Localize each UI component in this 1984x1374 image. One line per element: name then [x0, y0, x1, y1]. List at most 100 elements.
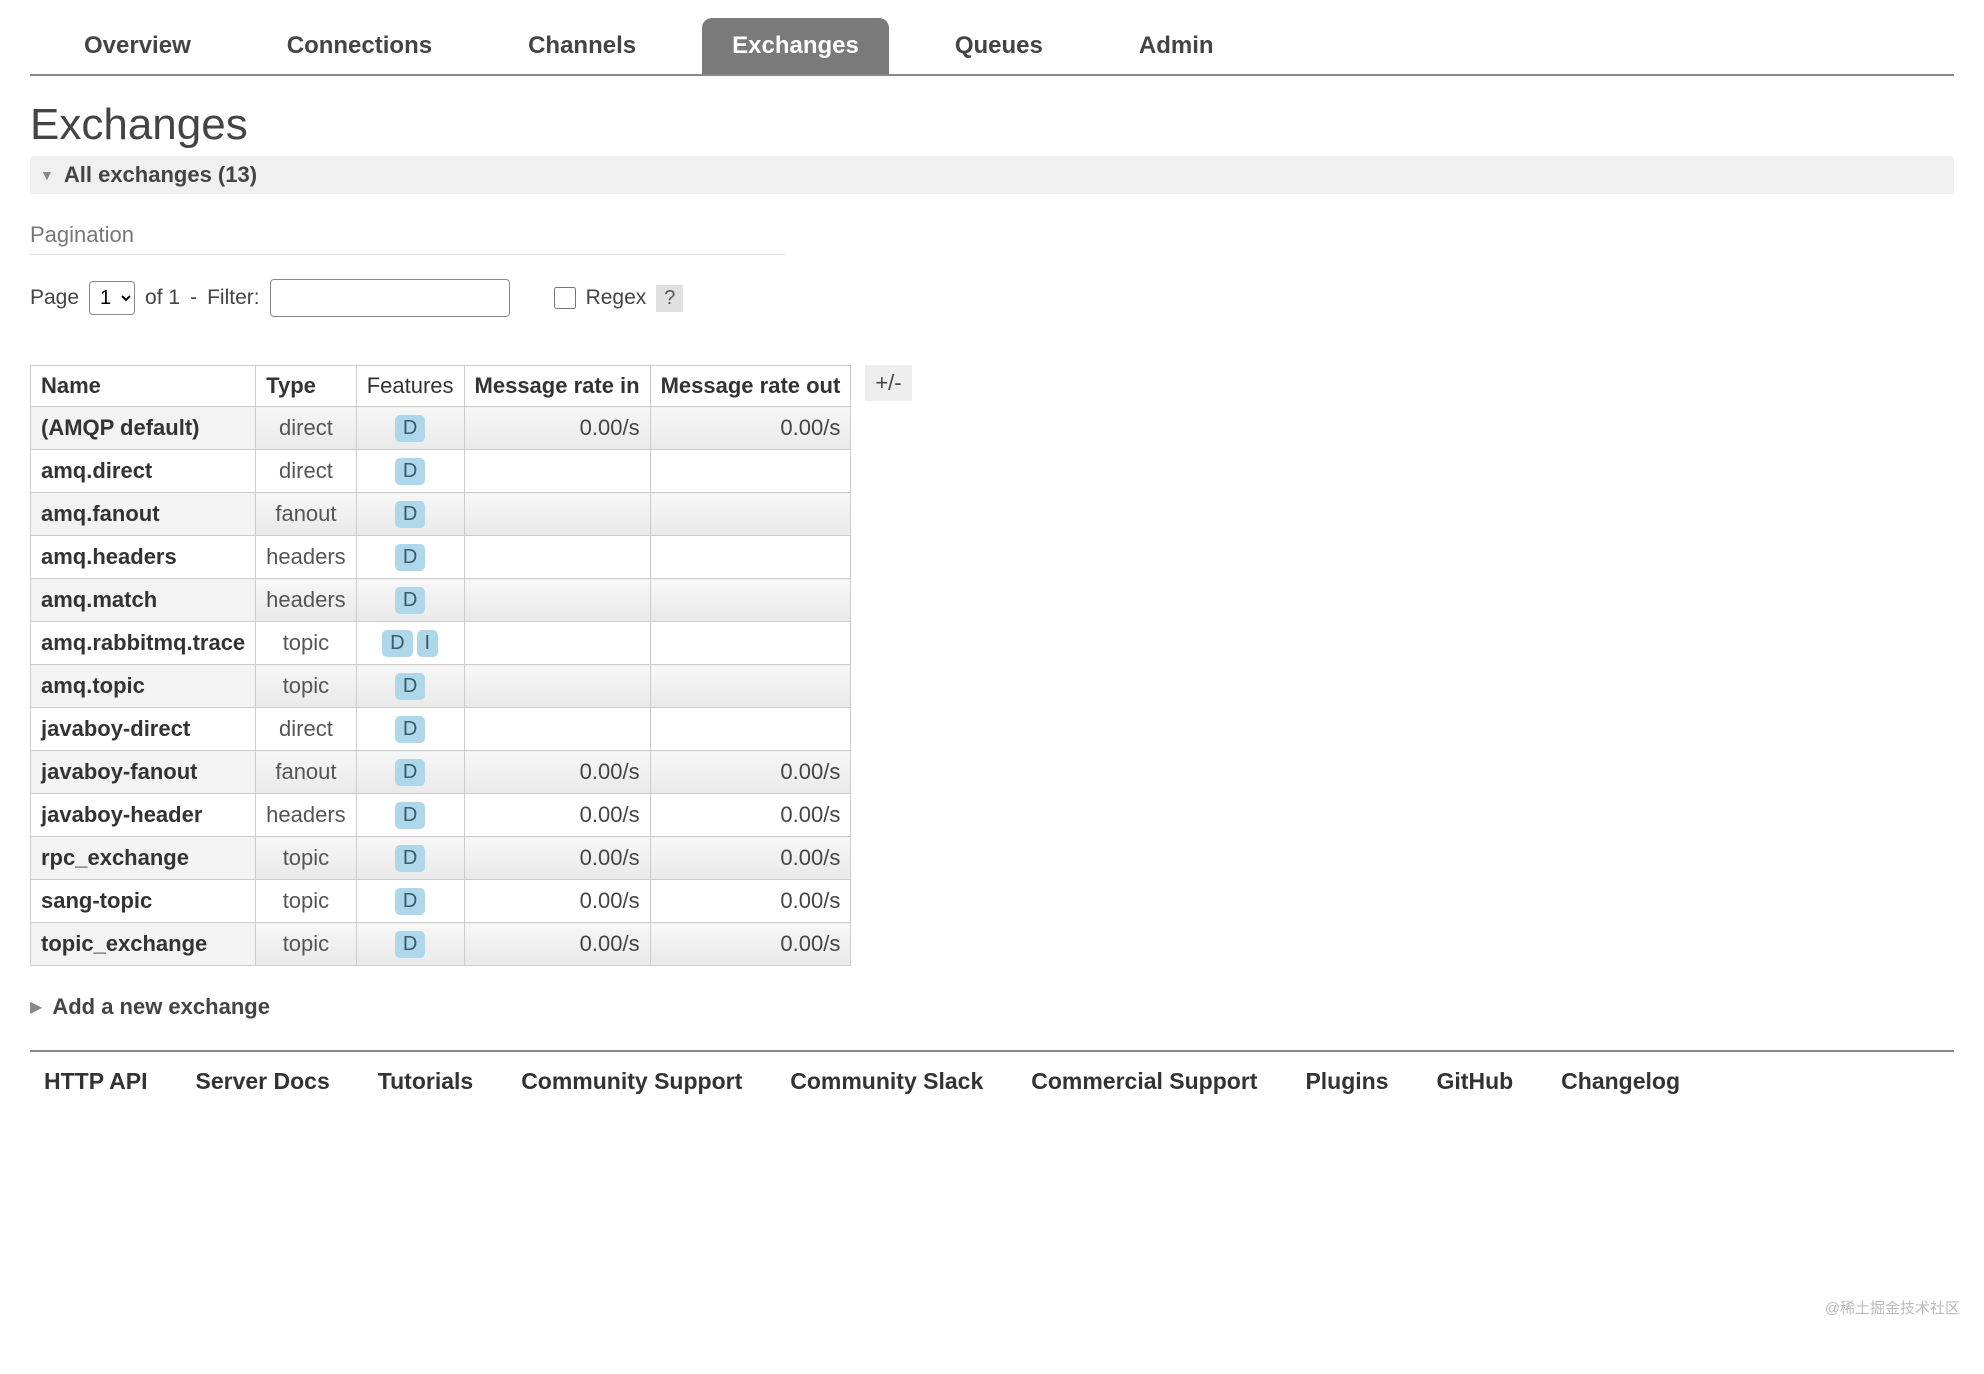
durable-badge-icon: D: [395, 716, 425, 743]
tab-admin[interactable]: Admin: [1109, 18, 1244, 74]
columns-toggle-button[interactable]: +/-: [865, 365, 911, 401]
footer-link-http-api[interactable]: HTTP API: [44, 1068, 148, 1095]
exchange-name-link[interactable]: topic_exchange: [31, 923, 256, 966]
regex-label: Regex: [586, 286, 647, 310]
exchange-type: topic: [256, 880, 357, 923]
col-header-features: Features: [356, 366, 464, 407]
add-exchange-toggle[interactable]: ▶ Add a new exchange: [30, 994, 1954, 1020]
exchange-type: topic: [256, 622, 357, 665]
durable-badge-icon: D: [382, 630, 412, 657]
tab-queues[interactable]: Queues: [925, 18, 1073, 74]
footer-links: HTTP API Server Docs Tutorials Community…: [30, 1068, 1954, 1095]
rate-in: [464, 493, 650, 536]
col-header-rate-out[interactable]: Message rate out: [650, 366, 851, 407]
all-exchanges-label: All exchanges (13): [64, 162, 257, 188]
exchange-features: D: [356, 493, 464, 536]
table-row: amq.matchheadersD: [31, 579, 851, 622]
exchange-name-link[interactable]: javaboy-direct: [31, 708, 256, 751]
durable-badge-icon: D: [395, 415, 425, 442]
rate-in: 0.00/s: [464, 923, 650, 966]
footer-link-community-slack[interactable]: Community Slack: [790, 1068, 983, 1095]
rate-out: 0.00/s: [650, 837, 851, 880]
all-exchanges-toggle[interactable]: ▼ All exchanges (13): [30, 156, 1954, 194]
footer-link-tutorials[interactable]: Tutorials: [378, 1068, 473, 1095]
col-header-name[interactable]: Name: [31, 366, 256, 407]
rate-in: [464, 665, 650, 708]
footer-link-community-support[interactable]: Community Support: [521, 1068, 742, 1095]
regex-help-button[interactable]: ?: [656, 285, 683, 312]
exchange-name-link[interactable]: amq.rabbitmq.trace: [31, 622, 256, 665]
exchange-name-link[interactable]: (AMQP default): [31, 407, 256, 450]
exchange-name-link[interactable]: rpc_exchange: [31, 837, 256, 880]
exchange-type: headers: [256, 579, 357, 622]
exchange-name-link[interactable]: amq.headers: [31, 536, 256, 579]
table-row: javaboy-fanoutfanoutD0.00/s0.00/s: [31, 751, 851, 794]
exchange-type: topic: [256, 837, 357, 880]
exchange-type: headers: [256, 536, 357, 579]
tab-connections[interactable]: Connections: [257, 18, 462, 74]
durable-badge-icon: D: [395, 458, 425, 485]
tab-channels[interactable]: Channels: [498, 18, 666, 74]
exchange-name-link[interactable]: amq.topic: [31, 665, 256, 708]
exchange-type: topic: [256, 665, 357, 708]
rate-out: [650, 536, 851, 579]
exchange-type: fanout: [256, 493, 357, 536]
col-header-type[interactable]: Type: [256, 366, 357, 407]
col-header-rate-in[interactable]: Message rate in: [464, 366, 650, 407]
durable-badge-icon: D: [395, 845, 425, 872]
exchange-features: D: [356, 407, 464, 450]
exchange-name-link[interactable]: sang-topic: [31, 880, 256, 923]
exchange-type: direct: [256, 708, 357, 751]
rate-in: [464, 536, 650, 579]
page-select[interactable]: 1: [89, 281, 135, 315]
table-row: javaboy-directdirect D: [31, 708, 851, 751]
rate-out: 0.00/s: [650, 794, 851, 837]
exchange-features: D: [356, 837, 464, 880]
exchange-name-link[interactable]: amq.fanout: [31, 493, 256, 536]
exchange-name-link[interactable]: amq.match: [31, 579, 256, 622]
footer-link-server-docs[interactable]: Server Docs: [196, 1068, 330, 1095]
rate-in: 0.00/s: [464, 837, 650, 880]
exchange-type: topic: [256, 923, 357, 966]
rate-out: 0.00/s: [650, 751, 851, 794]
table-row: javaboy-headerheadersD0.00/s0.00/s: [31, 794, 851, 837]
rate-in: 0.00/s: [464, 751, 650, 794]
durable-badge-icon: D: [395, 501, 425, 528]
footer-link-plugins[interactable]: Plugins: [1305, 1068, 1388, 1095]
pagination-separator: -: [190, 286, 197, 310]
footer-link-changelog[interactable]: Changelog: [1561, 1068, 1680, 1095]
regex-checkbox[interactable]: [554, 287, 576, 309]
table-row: rpc_exchangetopic D 0.00/s0.00/s: [31, 837, 851, 880]
rate-out: [650, 450, 851, 493]
watermark: @稀土掘金技术社区: [1825, 1297, 1960, 1318]
internal-badge-icon: I: [417, 630, 439, 657]
exchange-features: D: [356, 450, 464, 493]
tab-overview[interactable]: Overview: [54, 18, 221, 74]
tab-exchanges[interactable]: Exchanges: [702, 18, 889, 74]
add-exchange-label: Add a new exchange: [52, 994, 270, 1020]
footer-link-github[interactable]: GitHub: [1437, 1068, 1514, 1095]
rate-out: 0.00/s: [650, 407, 851, 450]
rate-out: [650, 708, 851, 751]
exchange-features: D: [356, 579, 464, 622]
main-tabs: Overview Connections Channels Exchanges …: [30, 18, 1954, 76]
filter-input[interactable]: [270, 279, 510, 317]
exchange-name-link[interactable]: javaboy-header: [31, 794, 256, 837]
filter-label: Filter:: [207, 286, 260, 310]
durable-badge-icon: D: [395, 931, 425, 958]
exchange-type: direct: [256, 450, 357, 493]
exchange-name-link[interactable]: javaboy-fanout: [31, 751, 256, 794]
exchanges-table: Name Type Features Message rate in Messa…: [30, 365, 851, 966]
caret-down-icon: ▼: [40, 167, 54, 183]
rate-in: [464, 708, 650, 751]
exchange-features: D: [356, 665, 464, 708]
rate-in: 0.00/s: [464, 880, 650, 923]
footer-link-commercial-support[interactable]: Commercial Support: [1031, 1068, 1257, 1095]
rate-in: [464, 579, 650, 622]
exchange-features: D: [356, 536, 464, 579]
exchange-features: D: [356, 794, 464, 837]
exchange-type: headers: [256, 794, 357, 837]
rate-in: 0.00/s: [464, 794, 650, 837]
exchange-name-link[interactable]: amq.direct: [31, 450, 256, 493]
table-row: (AMQP default)directD0.00/s0.00/s: [31, 407, 851, 450]
